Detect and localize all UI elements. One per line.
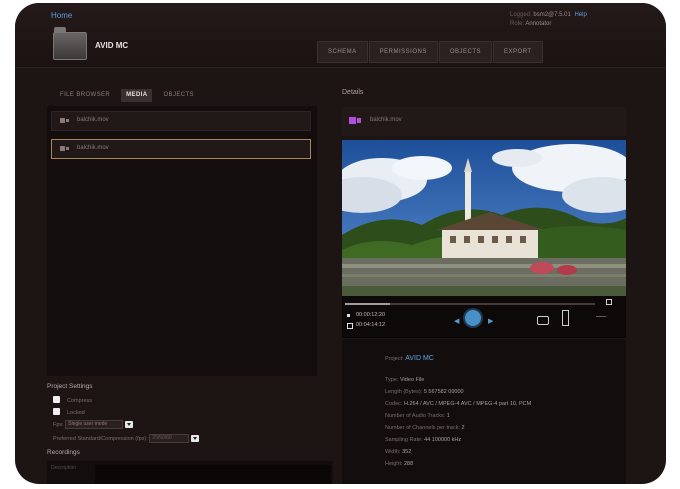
timecode-start: 00:00:12:20 — [356, 312, 386, 318]
video-file-icon — [60, 146, 65, 151]
stop-icon — [347, 323, 353, 329]
info-line: Sampling Rate: 44 100000 kHz — [385, 437, 461, 443]
info-value: Video File — [399, 377, 425, 383]
subtab-file-browser[interactable]: FILE BROWSER — [55, 89, 115, 102]
info-value: 44 100000 kHz — [424, 437, 462, 443]
prev-frame-icon[interactable]: ◀ — [454, 317, 459, 325]
details-file-label: balchik.mov — [370, 117, 402, 123]
marker-icon[interactable] — [562, 310, 569, 326]
preferred-row: Preferred Standard/Compression (fps): 25… — [53, 434, 199, 443]
next-frame-icon[interactable]: ▶ — [488, 317, 493, 325]
fps-row: Fps: Single user mode — [53, 420, 133, 429]
home-link[interactable]: Home — [51, 11, 72, 20]
info-line: Number of Channels per track: 2 — [385, 425, 465, 431]
info-label: Sampling Rate: — [385, 437, 423, 443]
chevron-down-icon[interactable] — [190, 435, 199, 442]
recordings-col-label: Description — [51, 465, 77, 471]
video-preview[interactable] — [342, 140, 626, 296]
info-line: Width: 352 — [385, 449, 411, 455]
tab-schema[interactable]: SCHEMA — [317, 41, 368, 63]
app-frame: Home Logged: bsm2@7.5.01 Help Role: Anno… — [15, 3, 666, 484]
video-file-icon-tail — [66, 147, 69, 150]
info-label: Height: — [385, 461, 403, 467]
info-line: Number of Audio Tracks: 1 — [385, 413, 450, 419]
info-label: Width: — [385, 449, 401, 455]
recordings-title: Recordings — [47, 449, 80, 456]
play-icon[interactable] — [465, 310, 481, 326]
top-bar: Home Logged: bsm2@7.5.01 Help Role: Anno… — [15, 3, 666, 68]
user-info: Logged: bsm2@7.5.01 Help — [510, 12, 587, 18]
tab-permissions[interactable]: PERMISSIONS — [368, 41, 438, 63]
details-title: Details — [342, 89, 364, 96]
main-tabs: SCHEMA PERMISSIONS OBJECTS EXPORT — [317, 41, 544, 63]
info-label: Codec: — [385, 401, 403, 407]
media-list-item[interactable]: balchik.mov — [51, 111, 311, 131]
compress-label: Compress — [67, 398, 93, 404]
info-label: Length (Bytes): — [385, 389, 423, 395]
compress-checkbox[interactable] — [53, 396, 60, 403]
role-name: Annotator — [525, 21, 552, 27]
project-label: Project: — [385, 356, 404, 362]
preferred-label: Preferred Standard/Compression (fps): — [53, 435, 148, 442]
info-value: 2 — [461, 425, 465, 431]
fps-select[interactable]: Single user mode — [65, 420, 124, 429]
fps-label: Fps: — [53, 421, 64, 428]
info-line: Type: Video File — [385, 377, 424, 383]
recordings-panel: Description — [47, 461, 333, 484]
chevron-down-icon[interactable] — [124, 421, 133, 428]
recordings-list[interactable] — [95, 465, 331, 484]
role-info: Role: Annotator — [510, 21, 551, 27]
project-link[interactable]: AVID MC — [405, 355, 434, 362]
info-value: H.264 / AVC / MPEG-4 AVC / MPEG-4 part 1… — [403, 401, 532, 407]
video-file-icon — [349, 117, 356, 124]
locked-label: Locked — [67, 410, 85, 416]
info-label: Number of Audio Tracks: — [385, 413, 446, 419]
info-line: Codec: H.264 / AVC / MPEG-4 AVC / MPEG-4… — [385, 401, 531, 407]
timecode-end: 00:04:14:12 — [356, 322, 386, 328]
project-line: Project: AVID MC — [385, 355, 434, 362]
info-label: Type: — [385, 377, 399, 383]
video-file-icon-tail — [357, 118, 361, 123]
user-name: bsm2@7.5.01 — [533, 12, 571, 18]
details-header: balchik.mov — [342, 107, 626, 136]
folder-icon — [53, 27, 87, 60]
info-label: Number of Channels per track: — [385, 425, 460, 431]
preferred-select[interactable]: 25/50/60 — [149, 434, 190, 443]
progress-fill — [345, 303, 390, 305]
info-value: 288 — [403, 461, 414, 467]
subtab-media[interactable]: MEDIA — [121, 89, 153, 102]
role-prefix: Role: — [510, 21, 525, 27]
locked-checkbox[interactable] — [53, 408, 60, 415]
play-start-icon — [347, 314, 350, 317]
video-file-icon-tail — [66, 119, 69, 122]
sub-tabs: FILE BROWSER MEDIA OBJECTS — [55, 89, 205, 102]
app-title: AVID MC — [95, 41, 129, 50]
project-settings-title: Project Settings — [47, 383, 93, 390]
progress-track[interactable] — [345, 303, 595, 305]
info-value: 5 567582 00000 — [423, 389, 464, 395]
info-value: 352 — [402, 449, 412, 455]
info-value: 1 — [446, 413, 450, 419]
media-list-item-selected[interactable]: balchik.mov — [51, 139, 311, 159]
media-item-label: balchik.mov — [77, 145, 109, 151]
player-controls: 00:00:12:20 00:04:14:12 ◀ ▶ — [342, 296, 626, 338]
subtab-objects[interactable]: OBJECTS — [158, 89, 198, 102]
media-item-label: balchik.mov — [77, 117, 109, 123]
video-file-icon — [60, 118, 65, 123]
settings-icon[interactable] — [596, 316, 606, 321]
tab-export[interactable]: EXPORT — [493, 41, 543, 63]
tab-objects[interactable]: OBJECTS — [438, 41, 493, 63]
info-line: Height: 288 — [385, 461, 413, 467]
user-prefix: Logged: — [510, 12, 532, 18]
camera-icon[interactable] — [537, 316, 549, 325]
help-link[interactable]: Help — [575, 12, 587, 18]
fullscreen-icon[interactable] — [606, 299, 612, 305]
info-line: Length (Bytes): 5 567582 00000 — [385, 389, 464, 395]
video-frame — [342, 140, 626, 296]
